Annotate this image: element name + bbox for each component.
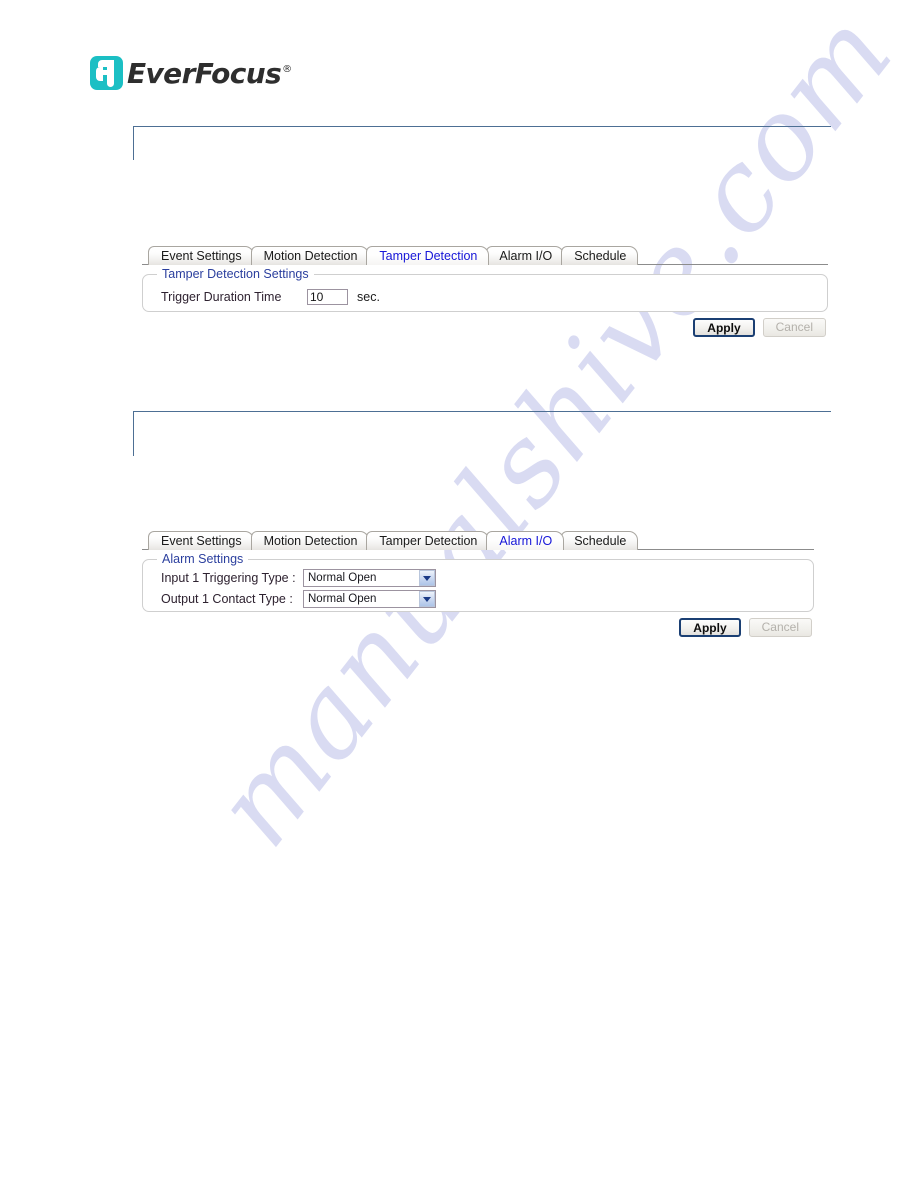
tab-label: Motion Detection (263, 534, 358, 548)
tab-schedule[interactable]: Schedule (561, 246, 639, 265)
tab-label: Schedule (574, 249, 627, 263)
tab-label: Motion Detection (263, 249, 358, 263)
panel-fields: Trigger Duration Time sec. (143, 275, 827, 317)
tab-label: Schedule (574, 534, 627, 548)
tab-label: Alarm I/O (499, 534, 553, 548)
chevron-down-icon[interactable] (419, 570, 435, 586)
tab-alarm-io[interactable]: Alarm I/O (486, 246, 565, 265)
tab-tamper-detection[interactable]: Tamper Detection (366, 531, 490, 550)
alarm-settings-panel: Alarm Settings Input 1 Triggering Type :… (142, 552, 814, 612)
tab-label: Alarm I/O (499, 249, 553, 263)
tab-event-settings[interactable]: Event Settings (148, 246, 254, 265)
button-row-tamper: Apply Cancel (142, 318, 828, 337)
output1-contact-type-label: Output 1 Contact Type : (161, 592, 293, 606)
tab-bar-tamper: Event Settings Motion Detection Tamper D… (142, 244, 828, 265)
cancel-button[interactable]: Cancel (748, 618, 812, 637)
panel-legend: Tamper Detection Settings (157, 267, 314, 281)
tab-label: Tamper Detection (379, 534, 478, 548)
panel-legend: Alarm Settings (157, 552, 249, 566)
tab-schedule[interactable]: Schedule (561, 531, 639, 550)
section-caption-box-1 (133, 126, 831, 160)
logo-wordmark: EverFocus® (127, 57, 292, 90)
apply-button[interactable]: Apply (679, 618, 741, 637)
tab-label: Event Settings (161, 534, 242, 548)
tamper-detection-settings-panel: Tamper Detection Settings Trigger Durati… (142, 267, 828, 312)
logo-wordmark-text: EverFocus (127, 56, 282, 90)
button-row-alarm: Apply Cancel (142, 618, 814, 637)
tab-label: Event Settings (161, 249, 242, 263)
registered-trademark-icon: ® (282, 64, 292, 76)
field-row-trigger-duration: Trigger Duration Time sec. (161, 287, 827, 307)
tab-motion-detection[interactable]: Motion Detection (250, 246, 370, 265)
screenshot-alarm-io: Event Settings Motion Detection Tamper D… (142, 529, 814, 637)
tab-tamper-detection[interactable]: Tamper Detection (366, 246, 490, 265)
apply-button[interactable]: Apply (693, 318, 755, 337)
everfocus-logo-icon (90, 56, 123, 90)
tab-event-settings[interactable]: Event Settings (148, 531, 254, 550)
trigger-duration-label: Trigger Duration Time (161, 290, 282, 304)
cancel-button[interactable]: Cancel (762, 318, 826, 337)
tab-label: Tamper Detection (379, 249, 478, 263)
input1-triggering-type-label: Input 1 Triggering Type : (161, 571, 296, 585)
field-row-input1-trigger: Input 1 Triggering Type : Normal Open (161, 568, 813, 588)
trigger-duration-unit: sec. (357, 290, 380, 304)
logo-notch (96, 67, 103, 81)
input1-triggering-type-value: Normal Open (308, 572, 377, 584)
tab-bar-alarm: Event Settings Motion Detection Tamper D… (142, 529, 814, 550)
trigger-duration-input[interactable] (307, 289, 348, 305)
chevron-down-icon[interactable] (419, 591, 435, 607)
tab-motion-detection[interactable]: Motion Detection (250, 531, 370, 550)
everfocus-logo: EverFocus® (90, 56, 292, 90)
panel-fields: Input 1 Triggering Type : Normal Open Ou… (143, 560, 813, 619)
field-row-output1-contact: Output 1 Contact Type : Normal Open (161, 589, 813, 609)
output1-contact-type-value: Normal Open (308, 593, 377, 605)
section-caption-box-2 (133, 411, 831, 456)
output1-contact-type-select[interactable]: Normal Open (303, 590, 436, 608)
screenshot-tamper-detection: Event Settings Motion Detection Tamper D… (142, 244, 828, 337)
tab-alarm-io[interactable]: Alarm I/O (486, 531, 565, 550)
input1-triggering-type-select[interactable]: Normal Open (303, 569, 436, 587)
